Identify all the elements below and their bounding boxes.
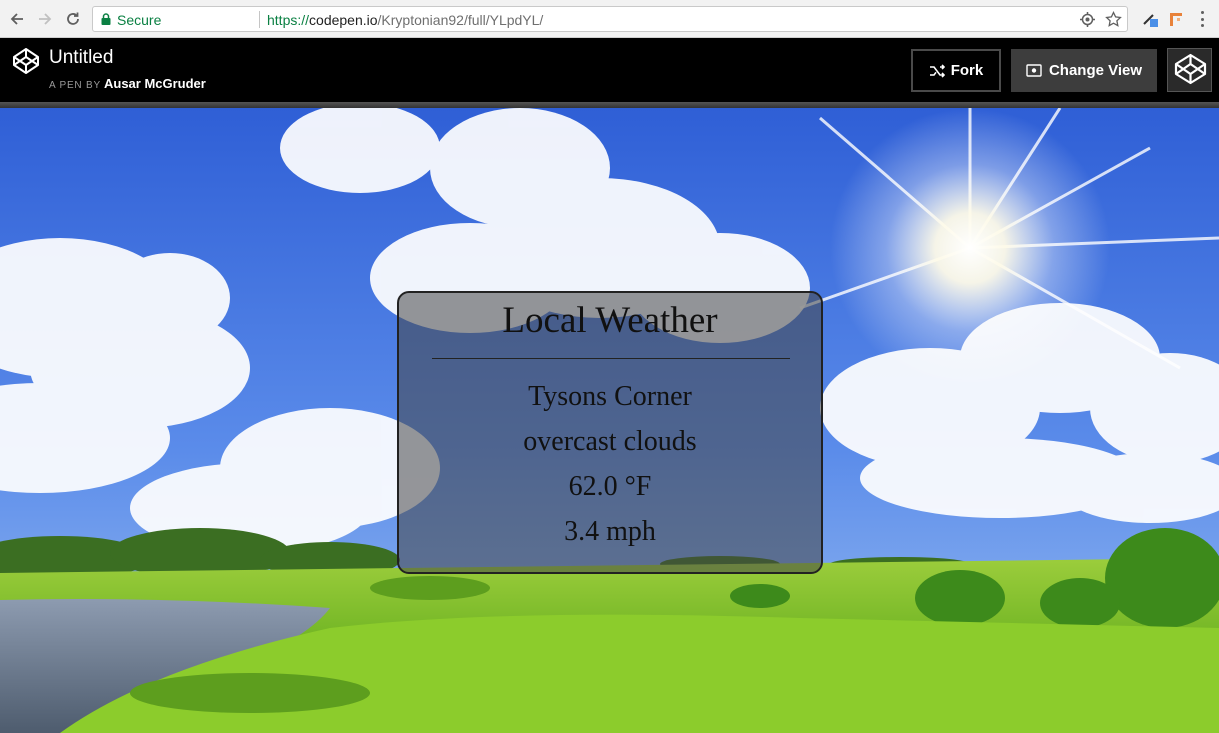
pen-author[interactable]: Ausar McGruder: [104, 76, 206, 91]
change-view-button[interactable]: Change View: [1011, 49, 1157, 92]
reload-button[interactable]: [62, 8, 84, 30]
codepen-header: Untitled A PEN BY Ausar McGruder Fork Cha…: [0, 38, 1219, 102]
view-icon: [1026, 64, 1042, 77]
weather-conditions: overcast clouds: [523, 426, 697, 457]
weather-card: Local Weather Tysons Corner overcast clo…: [397, 291, 823, 574]
avatar[interactable]: [1167, 48, 1212, 92]
change-view-label: Change View: [1048, 62, 1143, 79]
star-icon[interactable]: [1105, 11, 1122, 28]
weather-title: Local Weather: [502, 300, 718, 341]
reload-icon: [67, 12, 79, 25]
menu-icon[interactable]: [1196, 10, 1208, 28]
back-button[interactable]: [6, 8, 28, 30]
title-divider: [432, 358, 790, 359]
extension-icon[interactable]: [1141, 10, 1159, 28]
fork-icon: [929, 63, 945, 78]
forward-button[interactable]: [34, 8, 56, 30]
pen-byline: A PEN BY Ausar McGruder: [49, 76, 206, 91]
fork-button[interactable]: Fork: [911, 49, 1001, 92]
weather-temperature: 62.0 °F: [568, 471, 652, 502]
avatar-logo-icon: [1174, 53, 1207, 85]
codepen-logo-icon[interactable]: [12, 47, 40, 75]
location-icon[interactable]: [1079, 11, 1096, 28]
extension-icon[interactable]: [1167, 10, 1185, 28]
pen-title: Untitled: [49, 47, 114, 68]
url-path: /Kryptonian92/full/YLpdYL/: [377, 12, 544, 28]
lock-icon: [101, 13, 111, 25]
address-bar[interactable]: Secure https://codepen.io/Kryptonian92/f…: [92, 6, 1128, 32]
secure-label: Secure: [117, 12, 162, 28]
url-text[interactable]: https://codepen.io/Kryptonian92/full/YLp…: [267, 12, 543, 28]
browser-toolbar: Secure https://codepen.io/Kryptonian92/f…: [0, 0, 1219, 38]
weather-wind: 3.4 mph: [564, 516, 656, 547]
url-scheme: https://: [267, 12, 310, 28]
fork-label: Fork: [950, 62, 984, 79]
url-separator: [259, 11, 260, 28]
forward-icon: [39, 13, 52, 25]
back-icon: [10, 13, 23, 25]
pen-by-label: A PEN BY: [49, 80, 101, 91]
url-host: codepen.io: [309, 12, 378, 28]
weather-location: Tysons Corner: [528, 381, 692, 412]
